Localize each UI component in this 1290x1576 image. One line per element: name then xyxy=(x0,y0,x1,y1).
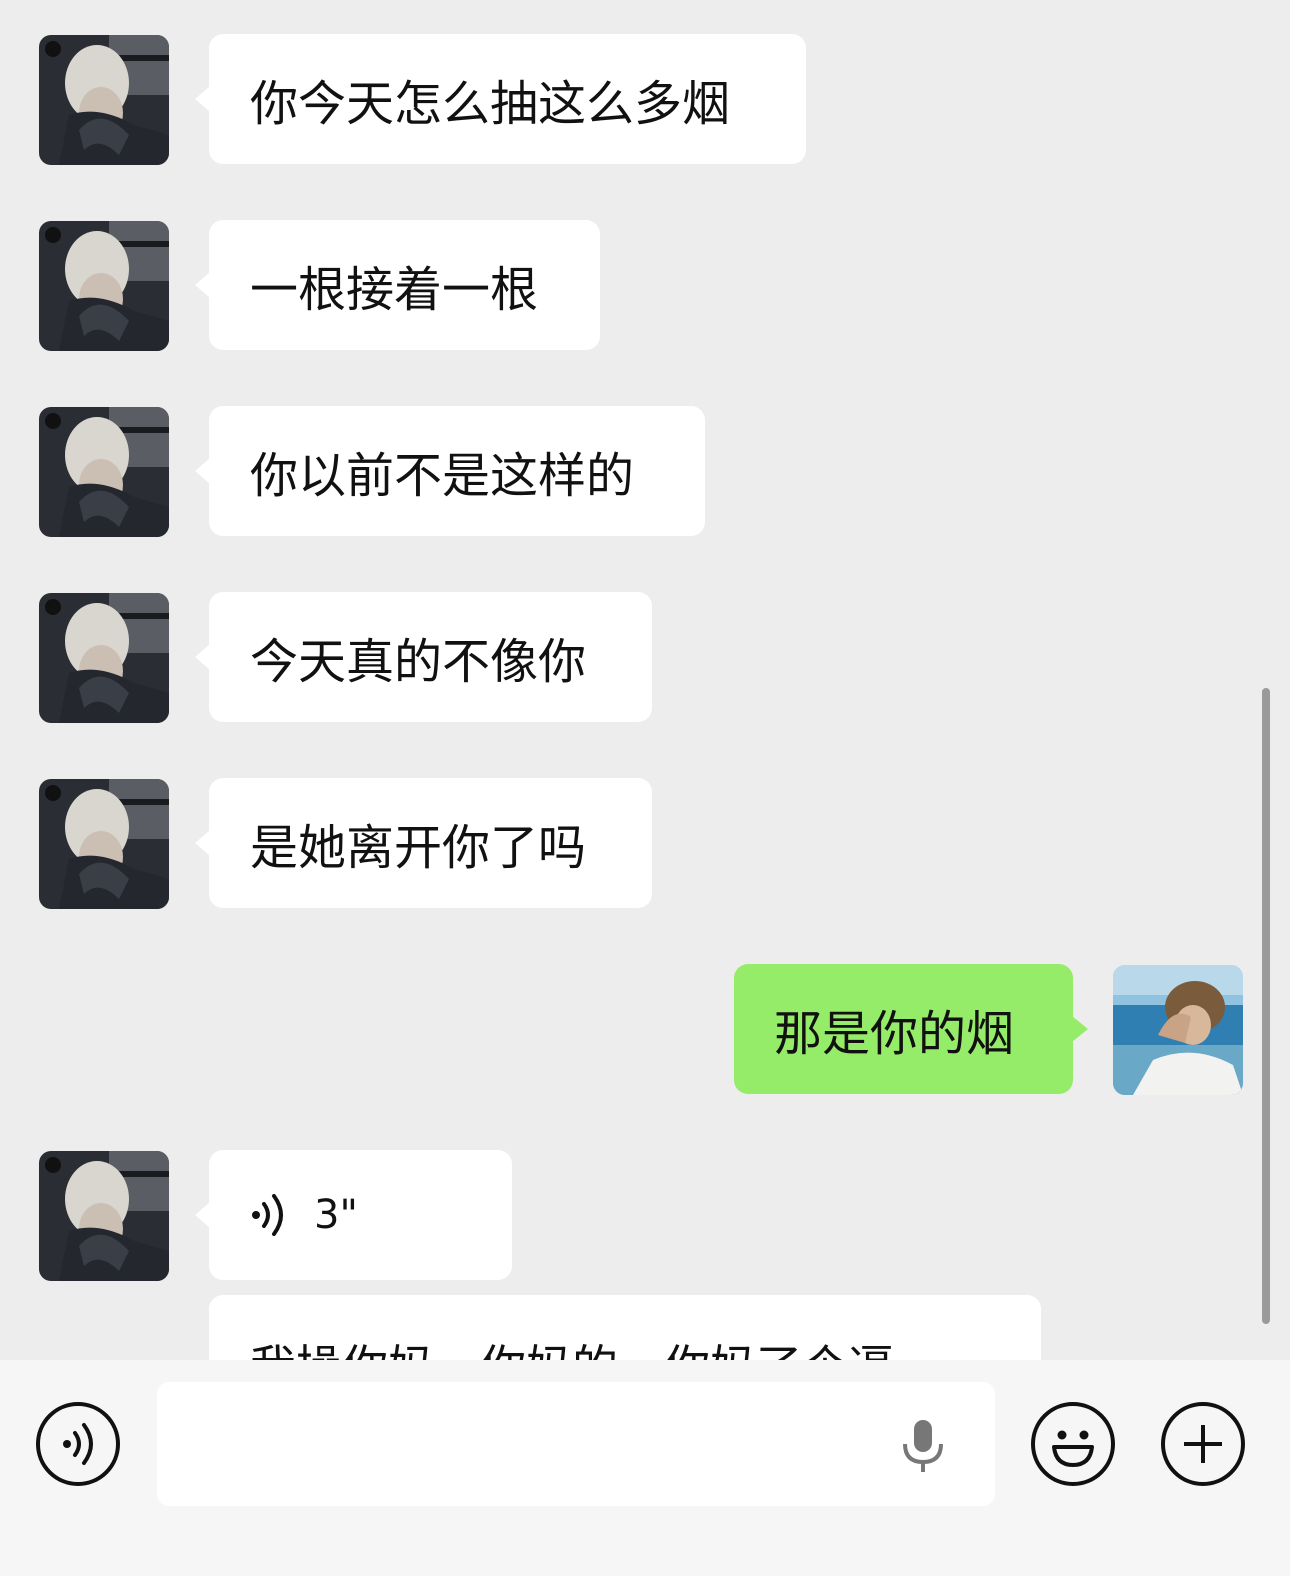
message-text: 一根接着一根 xyxy=(250,262,539,318)
contact-avatar[interactable] xyxy=(39,35,169,165)
contact-avatar[interactable] xyxy=(39,407,169,537)
contact-avatar[interactable] xyxy=(39,221,169,351)
contact-avatar-image xyxy=(39,593,169,723)
voice-mode-icon xyxy=(63,1423,93,1465)
message-text: 你今天怎么抽这么多烟 xyxy=(250,76,731,132)
message-bubble-incoming[interactable]: 你以前不是这样的 xyxy=(195,406,705,536)
voice-transcript[interactable]: 我操你妈，你妈的，你妈了个逼 xyxy=(209,1295,1041,1366)
emoji-icon xyxy=(1052,1430,1094,1467)
message-text: 你以前不是这样的 xyxy=(250,448,635,504)
contact-avatar-image xyxy=(39,1151,169,1281)
scrollbar[interactable] xyxy=(1262,688,1270,1324)
contact-avatar[interactable] xyxy=(39,1151,169,1281)
message-input[interactable] xyxy=(157,1382,995,1506)
user-avatar[interactable] xyxy=(1113,965,1243,1095)
contact-avatar[interactable] xyxy=(39,593,169,723)
message-bubble-incoming[interactable]: 你今天怎么抽这么多烟 xyxy=(195,34,806,164)
message-bubble-outgoing[interactable]: 那是你的烟 xyxy=(734,964,1088,1094)
message-list[interactable]: 你今天怎么抽这么多烟 一根接着一根 你以前不是这样的 今天真的不像你 是她离开你… xyxy=(0,0,1290,1366)
message-bubble-incoming[interactable]: 今天真的不像你 xyxy=(195,592,652,722)
user-avatar-image xyxy=(1113,965,1243,1095)
contact-avatar-image xyxy=(39,35,169,165)
contact-avatar[interactable] xyxy=(39,779,169,909)
message-bubble-incoming[interactable]: 一根接着一根 xyxy=(195,220,600,350)
microphone-icon[interactable] xyxy=(901,1418,945,1474)
contact-avatar-image xyxy=(39,221,169,351)
contact-avatar-image xyxy=(39,407,169,537)
more-options-button[interactable] xyxy=(1161,1402,1245,1486)
emoji-button[interactable] xyxy=(1031,1402,1115,1486)
voice-message-bubble[interactable]: 3" xyxy=(195,1150,512,1280)
message-bubble-incoming[interactable]: 是她离开你了吗 xyxy=(195,778,652,908)
message-text: 那是你的烟 xyxy=(774,1006,1015,1062)
contact-avatar-image xyxy=(39,779,169,909)
chat-screen: 你今天怎么抽这么多烟 一根接着一根 你以前不是这样的 今天真的不像你 是她离开你… xyxy=(0,0,1290,1576)
message-text: 是她离开你了吗 xyxy=(250,820,587,876)
voice-wave-icon xyxy=(252,1194,283,1236)
voice-mode-button[interactable] xyxy=(36,1402,120,1486)
message-text: 今天真的不像你 xyxy=(250,634,587,690)
plus-icon xyxy=(1184,1425,1222,1463)
input-bar xyxy=(0,1360,1290,1576)
voice-duration: 3" xyxy=(314,1192,358,1238)
